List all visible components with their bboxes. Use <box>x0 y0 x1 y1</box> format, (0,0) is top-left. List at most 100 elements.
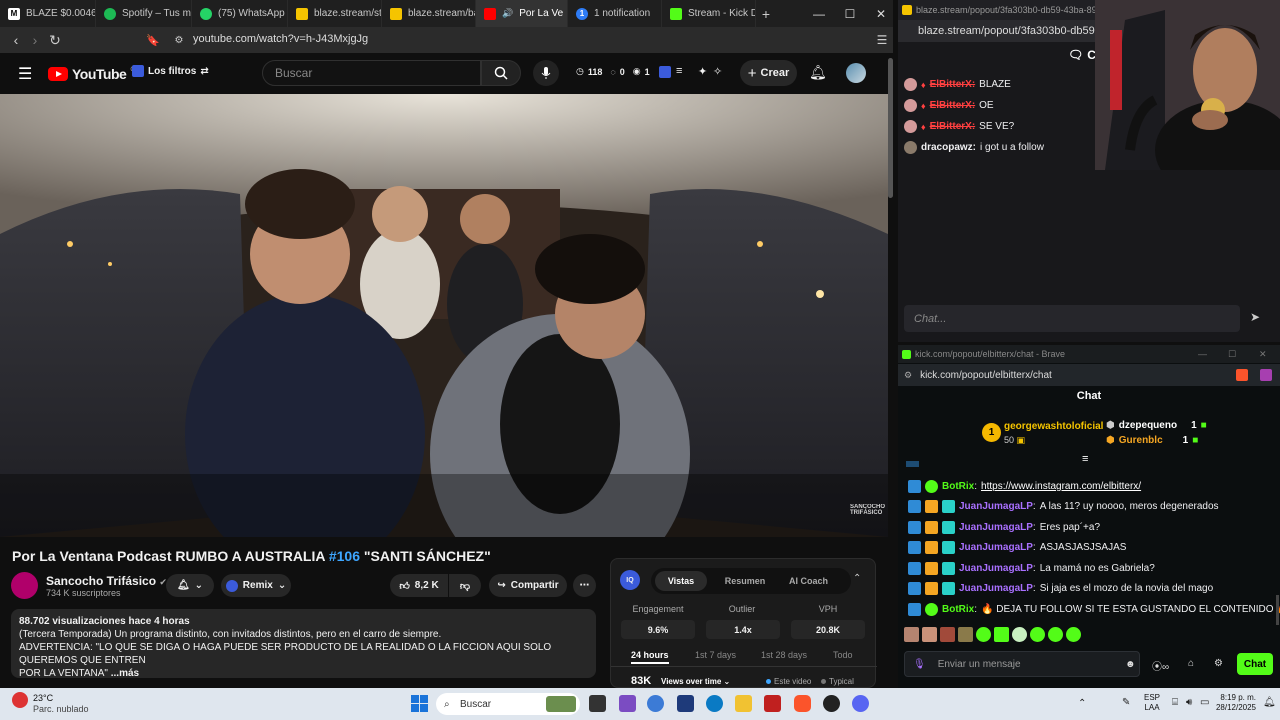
audio-icon[interactable]: 🔊 <box>502 8 513 19</box>
emoji-icon[interactable]: ☻ <box>1125 659 1136 670</box>
share-button[interactable]: ↪ Compartir <box>489 574 567 597</box>
extension-icon[interactable]: ✧ <box>713 65 722 78</box>
show-more-link[interactable]: ...más <box>111 668 139 679</box>
views-dropdown[interactable]: Views over time ⌄ <box>661 677 730 686</box>
chat-username[interactable]: ElBitterX: <box>930 79 976 90</box>
tab-ai-coach[interactable]: AI Coach <box>781 571 836 591</box>
chat-username[interactable]: ElBitterX: <box>930 100 976 111</box>
site-info-icon[interactable]: ⚙ <box>904 370 912 381</box>
battery-icon[interactable]: ▭ <box>1200 697 1209 708</box>
back-icon[interactable]: ‹ <box>6 30 26 50</box>
chat-scrollbar[interactable] <box>1276 595 1279 625</box>
obs-icon[interactable] <box>823 695 840 712</box>
create-button[interactable]: + Crear <box>740 60 797 86</box>
blaze-chat-input[interactable]: Chat... <box>904 305 1240 332</box>
chat-username[interactable]: JuanJumagaLP <box>959 522 1033 533</box>
chat-username[interactable]: BotRix <box>942 604 974 615</box>
emote-icon[interactable] <box>994 627 1009 642</box>
description-box[interactable]: 88.702 visualizaciones hace 4 horas (Ter… <box>11 609 596 679</box>
period-all-tab[interactable]: Todo <box>833 650 853 660</box>
chat-username[interactable]: dracopawz: <box>921 142 976 153</box>
period-7d-tab[interactable]: 1st 7 days <box>695 650 736 660</box>
tab-spotify[interactable]: Spotify – Tus me <box>96 0 192 27</box>
list-icon[interactable]: ≡ <box>676 65 682 77</box>
chat-username[interactable]: JuanJumagaLP <box>959 563 1033 574</box>
menu-icon[interactable]: ☰ <box>872 30 892 50</box>
microphone-icon[interactable]: 🎙︎ <box>913 659 926 670</box>
vidiq-icon[interactable] <box>659 66 671 78</box>
remix-button[interactable]: Remix ⌄ <box>221 574 291 597</box>
url-field[interactable]: youtube.com/watch?v=h-J43MxjgJg <box>193 33 368 45</box>
chat-username[interactable]: ElBitterX: <box>930 121 976 132</box>
notification-bell-icon[interactable]: 🔔︎ <box>1263 697 1276 708</box>
chat-link[interactable]: https://www.instagram.com/elbitterx/ <box>981 481 1141 492</box>
app-icon[interactable] <box>764 695 781 712</box>
brave-shield-icon[interactable] <box>1236 369 1248 381</box>
brave-rewards-icon[interactable] <box>1260 369 1272 381</box>
emote-icon[interactable] <box>1030 627 1045 642</box>
emote-icon[interactable] <box>940 627 955 642</box>
tab-whatsapp[interactable]: (75) WhatsApp <box>192 0 288 27</box>
video-player[interactable]: SANCOCHO TRIFÁSICO <box>0 94 888 537</box>
clock[interactable]: 8:19 p. m. 28/12/2025 <box>1210 693 1256 713</box>
leader-username[interactable]: georgewashtoloficial <box>1004 421 1103 432</box>
period-28d-tab[interactable]: 1st 28 days <box>761 650 807 660</box>
brave-icon[interactable] <box>794 695 811 712</box>
like-button[interactable]: 👍︎ 8,2 K <box>390 574 448 597</box>
app-icon[interactable] <box>619 695 636 712</box>
close-window-icon[interactable]: ✕ <box>866 0 896 27</box>
hamburger-menu-icon[interactable]: ☰ <box>18 64 32 84</box>
points-icon[interactable]: ⦿∞ <box>1152 658 1169 673</box>
youtube-logo[interactable]: YouTube CO <box>48 66 139 82</box>
tab-summary[interactable]: Resumen <box>715 571 775 591</box>
tab-blaze-stream[interactable]: blaze.stream/stre <box>288 0 382 27</box>
edge-icon[interactable] <box>706 695 723 712</box>
emote-icon[interactable] <box>922 627 937 642</box>
tab-youtube-active[interactable]: 🔊 Por La Ve ✕ <box>476 0 568 27</box>
voice-search-button[interactable] <box>533 60 559 86</box>
settings-gear-icon[interactable]: ⚙ <box>1214 658 1223 669</box>
send-icon[interactable]: ➤ <box>1250 310 1260 324</box>
reload-icon[interactable]: ↻ <box>45 30 65 50</box>
volume-icon[interactable]: 🔊︎ <box>1186 697 1192 708</box>
channel-name-link[interactable]: Sancocho Trifásico ✔ <box>46 574 167 588</box>
chat-username[interactable]: BotRix <box>942 481 974 492</box>
send-chat-button[interactable]: Chat <box>1237 653 1273 675</box>
emote-icon[interactable] <box>1048 627 1063 642</box>
kick-chat-input[interactable]: 🎙︎ Enviar un mensaje ☻ <box>904 651 1140 677</box>
period-24h-tab[interactable]: 24 hours <box>631 650 669 664</box>
chat-username[interactable]: JuanJumagaLP <box>959 501 1033 512</box>
file-explorer-icon[interactable] <box>735 695 752 712</box>
gifter-name[interactable]: dzepequeno <box>1119 420 1177 431</box>
tab-views[interactable]: Vistas <box>655 571 707 591</box>
filters-button[interactable]: Los filtros ⇄ <box>132 65 209 77</box>
weather-desc[interactable]: Parc. nublado <box>33 704 89 714</box>
maximize-icon[interactable]: ☐ <box>1228 349 1236 360</box>
taskbar-search[interactable]: ⌕ Buscar <box>436 693 580 715</box>
forward-icon[interactable]: › <box>25 30 45 50</box>
bookmark-icon[interactable]: 🔖 <box>143 30 163 50</box>
emote-icon[interactable] <box>1066 627 1081 642</box>
url-field[interactable]: kick.com/popout/elbitterx/chat <box>920 370 1052 381</box>
more-actions-button[interactable]: ⋯ <box>573 574 596 597</box>
gifter-name[interactable]: Gurenblc <box>1119 435 1163 446</box>
language-indicator[interactable]: ESP LAA <box>1144 693 1160 713</box>
minimize-icon[interactable]: — <box>1198 349 1207 359</box>
hashtag-link[interactable]: #106 <box>329 548 360 564</box>
tab-blaze-price[interactable]: M BLAZE $0.00460 <box>0 0 96 27</box>
tab-kick-dashboard[interactable]: Stream - Kick Da <box>662 0 756 27</box>
discord-icon[interactable] <box>852 695 869 712</box>
store-app-icon[interactable] <box>677 695 694 712</box>
page-scrollbar[interactable] <box>888 58 893 198</box>
chat-username[interactable]: JuanJumagaLP <box>959 542 1033 553</box>
chat-username[interactable]: JuanJumagaLP <box>959 583 1033 594</box>
tab-blaze-backend[interactable]: blaze.stream/bac <box>382 0 476 27</box>
weather-icon[interactable] <box>12 692 28 708</box>
new-tab-button[interactable]: + <box>756 6 776 22</box>
emote-icon[interactable] <box>976 627 991 642</box>
copilot-icon[interactable] <box>647 695 664 712</box>
close-window-icon[interactable]: ✕ <box>1259 349 1267 360</box>
task-view-icon[interactable] <box>589 695 606 712</box>
dislike-button[interactable]: 👎︎ <box>449 574 481 597</box>
weather-temp[interactable]: 23°C <box>33 693 53 703</box>
